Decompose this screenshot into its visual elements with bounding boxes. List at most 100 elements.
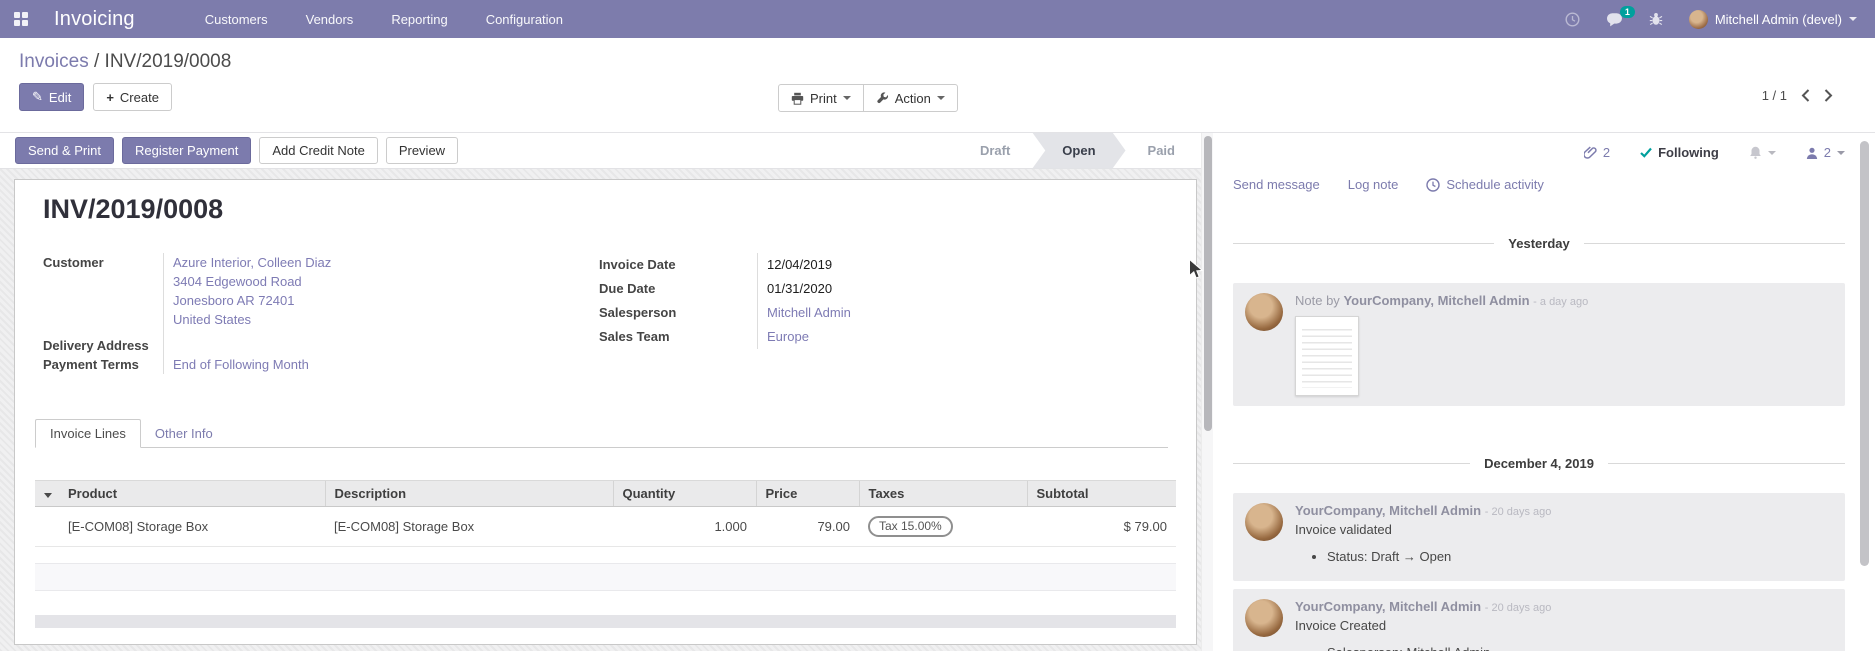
notebook-tabs: Invoice Lines Other Info	[35, 418, 1168, 448]
state-paid[interactable]: Paid	[1126, 133, 1197, 169]
messages-badge: 1	[1620, 6, 1635, 18]
column-description[interactable]: Description	[325, 481, 613, 507]
message-header: YourCompany, Mitchell Admin - 20 days ag…	[1295, 599, 1551, 614]
tracking-value: Salesperson: Mitchell Admin	[1327, 645, 1551, 651]
schedule-activity-button[interactable]: Schedule activity	[1426, 177, 1544, 192]
fields-right: Invoice Date 12/04/2019 Due Date 01/31/2…	[599, 253, 851, 374]
sheet-background: INV/2019/0008 Customer Azure Interior, C…	[0, 169, 1213, 651]
breadcrumb-invoices[interactable]: Invoices	[19, 51, 89, 72]
control-panel: Invoices / INV/2019/0008 ✎ Edit + Create…	[0, 38, 1875, 133]
due-date-value[interactable]: 01/31/2020	[757, 277, 851, 301]
chevron-down-icon	[1768, 151, 1776, 155]
create-button[interactable]: + Create	[93, 83, 172, 111]
log-note-button[interactable]: Log note	[1348, 177, 1399, 192]
customer-label: Customer	[43, 253, 163, 272]
horizontal-scrollbar[interactable]	[35, 615, 1176, 628]
form-scrollbar-thumb[interactable]	[1204, 136, 1212, 431]
sales-team-value[interactable]: Europe	[757, 325, 851, 349]
subscription-bell-button[interactable]	[1749, 146, 1776, 159]
apps-menu-icon[interactable]	[14, 12, 28, 26]
message-time: - 20 days ago	[1485, 506, 1552, 518]
cell-subtotal[interactable]: $ 79.00	[1027, 507, 1176, 547]
attachments-button[interactable]: 2	[1584, 145, 1610, 160]
customer-city[interactable]: Jonesboro AR 72401	[163, 291, 599, 310]
avatar	[1245, 293, 1283, 331]
print-action-group: Print Action	[778, 84, 958, 112]
empty-table-row	[35, 563, 1176, 591]
pager-previous-icon[interactable]	[1801, 89, 1810, 102]
chevron-down-icon	[937, 96, 945, 100]
customer-name-link[interactable]: Azure Interior, Colleen Diaz	[163, 253, 599, 272]
invoice-title: INV/2019/0008	[43, 194, 1168, 225]
column-quantity[interactable]: Quantity	[613, 481, 756, 507]
messages-icon[interactable]: 1	[1606, 12, 1623, 27]
cell-taxes[interactable]: Tax 15.00%	[859, 507, 1027, 547]
following-button[interactable]: Following	[1640, 145, 1719, 160]
customer-country[interactable]: United States	[163, 310, 599, 329]
chatter-topbar: 2 Following	[1233, 145, 1845, 160]
chatter-scrollbar-thumb[interactable]	[1860, 141, 1869, 566]
column-taxes[interactable]: Taxes	[859, 481, 1027, 507]
tab-other-info[interactable]: Other Info	[141, 420, 227, 447]
nav-menu: Customers Vendors Reporting Configuratio…	[205, 12, 563, 27]
status-pipeline: Draft Open Paid	[958, 133, 1197, 169]
sales-team-label: Sales Team	[599, 325, 757, 349]
delivery-address-value[interactable]	[163, 336, 599, 355]
user-menu[interactable]: Mitchell Admin (devel)	[1689, 10, 1857, 29]
nav-item-customers[interactable]: Customers	[205, 12, 268, 27]
salesperson-label: Salesperson	[599, 301, 757, 325]
add-credit-note-button[interactable]: Add Credit Note	[259, 137, 378, 164]
column-subtotal[interactable]: Subtotal	[1027, 481, 1176, 507]
tab-invoice-lines[interactable]: Invoice Lines	[35, 419, 141, 448]
register-payment-button[interactable]: Register Payment	[122, 137, 251, 164]
message-invoice-validated: YourCompany, Mitchell Admin - 20 days ag…	[1233, 493, 1845, 581]
cell-price[interactable]: 79.00	[756, 507, 859, 547]
send-print-button[interactable]: Send & Print	[15, 137, 114, 164]
attachment-thumbnail[interactable]	[1295, 316, 1359, 396]
print-button[interactable]: Print	[778, 84, 864, 112]
cell-product[interactable]: [E-COM08] Storage Box	[59, 507, 325, 547]
fields-left: Customer Azure Interior, Colleen Diaz 34…	[43, 253, 599, 374]
message-body: Invoice validated Status: Draft → Open	[1295, 522, 1551, 564]
edit-button[interactable]: ✎ Edit	[19, 83, 84, 111]
divider-yesterday: Yesterday	[1233, 236, 1845, 251]
customer-street[interactable]: 3404 Edgewood Road	[163, 272, 599, 291]
column-price[interactable]: Price	[756, 481, 859, 507]
message-author[interactable]: YourCompany, Mitchell Admin	[1343, 293, 1529, 308]
sort-caret-icon[interactable]	[35, 481, 59, 507]
navbar-right: 1 Mitchell Admin (devel)	[1565, 10, 1857, 29]
form-scrollbar[interactable]	[1201, 133, 1213, 651]
debug-bug-icon[interactable]	[1649, 12, 1663, 26]
nav-item-vendors[interactable]: Vendors	[306, 12, 354, 27]
table-row[interactable]: [E-COM08] Storage Box [E-COM08] Storage …	[35, 507, 1176, 547]
message-header: Note by YourCompany, Mitchell Admin - a …	[1295, 293, 1588, 308]
activities-clock-icon[interactable]	[1565, 12, 1580, 27]
delivery-address-label: Delivery Address	[43, 336, 163, 355]
cell-description[interactable]: [E-COM08] Storage Box	[325, 507, 613, 547]
nav-item-reporting[interactable]: Reporting	[391, 12, 447, 27]
preview-button[interactable]: Preview	[386, 137, 458, 164]
note-prefix: Note by	[1295, 293, 1340, 308]
message-author[interactable]: YourCompany, Mitchell Admin	[1295, 599, 1481, 614]
state-open[interactable]: Open	[1032, 133, 1125, 169]
main-area: Send & Print Register Payment Add Credit…	[0, 133, 1875, 651]
bell-icon	[1749, 146, 1762, 159]
state-draft[interactable]: Draft	[958, 133, 1032, 169]
action-button[interactable]: Action	[863, 84, 958, 112]
invoice-date-value[interactable]: 12/04/2019	[757, 253, 851, 277]
payment-terms-value[interactable]: End of Following Month	[163, 355, 599, 374]
cell-quantity[interactable]: 1.000	[613, 507, 756, 547]
nav-item-configuration[interactable]: Configuration	[486, 12, 563, 27]
top-navbar: Invoicing Customers Vendors Reporting Co…	[0, 0, 1875, 38]
pager-next-icon[interactable]	[1824, 89, 1833, 102]
pencil-icon: ✎	[32, 89, 43, 105]
salesperson-value[interactable]: Mitchell Admin	[757, 301, 851, 325]
message-author[interactable]: YourCompany, Mitchell Admin	[1295, 503, 1481, 518]
paperclip-icon	[1584, 146, 1597, 160]
pager: 1 / 1	[1762, 88, 1833, 103]
app-brand[interactable]: Invoicing	[54, 8, 135, 31]
send-message-button[interactable]: Send message	[1233, 177, 1320, 192]
column-product[interactable]: Product	[59, 481, 325, 507]
form-panel: Send & Print Register Payment Add Credit…	[0, 133, 1213, 651]
followers-button[interactable]: 2	[1806, 145, 1845, 160]
